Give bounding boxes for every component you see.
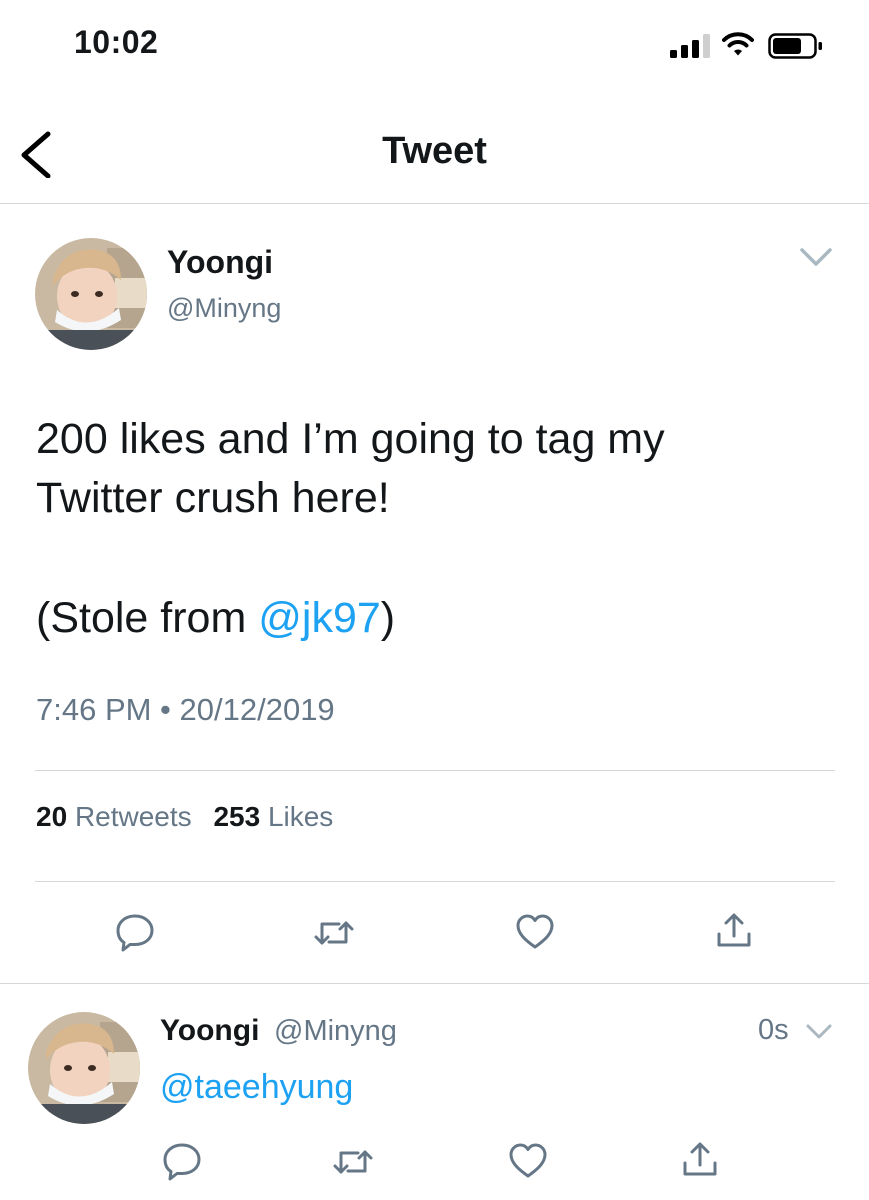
retweet-icon (314, 921, 354, 945)
tweet-text: 200 likes and I’m going to tag my Twitte… (36, 410, 836, 648)
reply-reply-button[interactable] (161, 1140, 203, 1182)
retweets-count: 20 (36, 801, 68, 832)
tweet-timestamp: 7:46 PM • 20/12/2019 (36, 692, 335, 727)
wifi-icon (722, 32, 754, 56)
reply-mention-link[interactable]: @taeehyung (160, 1068, 353, 1107)
author-name[interactable]: Yoongi (167, 244, 273, 281)
chevron-down-icon[interactable] (804, 1020, 834, 1044)
tweet-text-line: Twitter crush here! (36, 474, 390, 522)
reply-author-name[interactable]: Yoongi (160, 1014, 259, 1048)
tweet-text-suffix: ) (380, 594, 396, 642)
reply-icon (163, 1143, 201, 1181)
reply-like-button[interactable] (507, 1141, 549, 1181)
author-avatar[interactable] (35, 238, 147, 350)
tweet-text-line: 200 likes and I’m going to tag my (36, 415, 665, 463)
chevron-down-icon[interactable] (796, 242, 836, 272)
status-time: 10:02 (74, 24, 159, 60)
share-icon (683, 1142, 717, 1176)
reply-retweet-button[interactable] (331, 1142, 375, 1182)
reply-icon (116, 914, 154, 952)
divider (35, 770, 835, 771)
status-bar: 10:02 (0, 0, 869, 90)
retweet-icon (333, 1150, 373, 1174)
avatar-image (35, 238, 147, 350)
heart-icon (509, 1143, 547, 1178)
nav-header: Tweet (0, 100, 869, 204)
share-icon (717, 913, 751, 947)
page-title: Tweet (382, 130, 487, 172)
likes-label: Likes (267, 801, 334, 832)
reply-author-handle[interactable]: @Minyng (274, 1015, 397, 1048)
divider (0, 983, 869, 984)
tweet-text-line: (Stole from @jk97) (36, 589, 836, 648)
like-button[interactable] (514, 912, 556, 952)
reply-author-avatar[interactable] (28, 1012, 140, 1124)
retweets-label: Retweets (74, 801, 192, 832)
reply-share-button[interactable] (680, 1139, 720, 1181)
avatar-image (28, 1012, 140, 1124)
share-button[interactable] (714, 910, 754, 952)
mention-link[interactable]: @jk97 (258, 594, 381, 642)
tweet-text-prefix: (Stole from (36, 594, 259, 642)
battery-icon (768, 33, 822, 59)
heart-icon (516, 914, 554, 949)
divider (35, 881, 835, 882)
likes-count: 253 (213, 801, 261, 832)
retweet-button[interactable] (312, 913, 356, 953)
likes-stat[interactable]: 253 Likes (213, 801, 333, 832)
reply-time: 0s (758, 1014, 789, 1046)
retweets-stat[interactable]: 20 Retweets (36, 801, 192, 832)
author-handle[interactable]: @Minyng (167, 293, 281, 324)
reply-button[interactable] (114, 911, 156, 953)
cellular-signal-icon (670, 34, 710, 58)
tweet-stats: 20 Retweets 253 Likes (36, 801, 347, 833)
